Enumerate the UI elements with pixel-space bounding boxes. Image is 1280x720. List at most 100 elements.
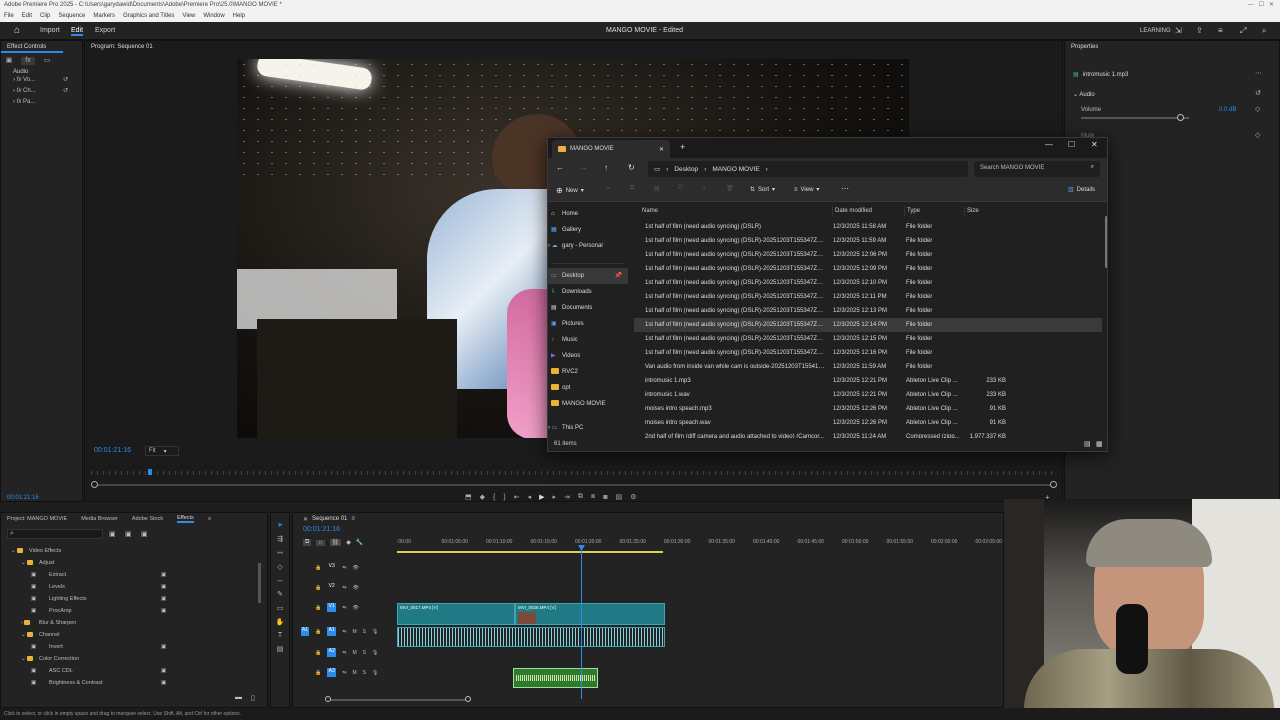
- razor-tool-icon[interactable]: ◇: [277, 563, 282, 571]
- clip-mvi-0017-video[interactable]: MVI_0017.MP4 [V]: [397, 603, 515, 625]
- close-sequence-icon[interactable]: ✕: [303, 516, 308, 523]
- edit-tab[interactable]: Edit: [71, 27, 84, 36]
- effects-tree-item[interactable]: ▣ Levels ▣: [11, 581, 261, 593]
- sync-lock-icon[interactable]: ⇋: [342, 565, 346, 571]
- workspaces-icon[interactable]: ⇲: [1175, 26, 1182, 35]
- sync-lock-icon[interactable]: ⇋: [342, 670, 346, 676]
- sync-lock-icon[interactable]: ⇋: [342, 650, 346, 656]
- nav-this-pc[interactable]: › ▭ This PC: [548, 420, 628, 436]
- linked-select-icon[interactable]: ⛓: [329, 539, 342, 546]
- eye-icon[interactable]: 👁: [352, 565, 358, 571]
- menu-clip[interactable]: Clip: [40, 13, 50, 19]
- hand-tool-icon[interactable]: ✋: [276, 618, 285, 626]
- track-select-icon[interactable]: ⇶: [277, 535, 283, 543]
- solo-icon[interactable]: S: [363, 670, 366, 676]
- lock-icon[interactable]: 🔒: [315, 585, 321, 591]
- time-ruler[interactable]: :00:00 00:01:05:00 00:01:10:00 00:01:15:00 0…: [397, 539, 1003, 549]
- volume-value[interactable]: 0.0 dB: [1219, 107, 1236, 113]
- lock-icon[interactable]: 🔒: [315, 670, 321, 676]
- file-row[interactable]: intromusic 1.wav 12/3/2025 12:21 PM Ableto…: [634, 388, 1102, 402]
- source-patch[interactable]: [301, 563, 309, 572]
- keyframe-icon[interactable]: ◇: [1255, 131, 1260, 139]
- back-icon[interactable]: ←: [556, 163, 564, 172]
- track-header-a2[interactable]: 🔒 A2 ⇋ M S 🎙: [301, 648, 378, 657]
- file-row[interactable]: Van audio from inside van while cam is o…: [634, 360, 1102, 374]
- effect-panner[interactable]: › fx Pa...: [13, 97, 82, 108]
- effect-volume[interactable]: › fx Vo... ↺: [13, 75, 82, 86]
- search-box[interactable]: Search MANGO MOVIE ⌕: [974, 161, 1100, 177]
- source-patch[interactable]: [301, 668, 309, 677]
- reset-icon[interactable]: ↺: [63, 86, 68, 97]
- nav-pictures[interactable]: ▣ Pictures: [548, 316, 628, 332]
- tab-menu-icon[interactable]: ≡: [351, 516, 355, 522]
- column-type[interactable]: Type: [904, 206, 920, 216]
- effects-tree-item[interactable]: ⌄ Video Effects: [11, 545, 261, 557]
- file-row[interactable]: moises intro speach.wav 12/3/2025 12:26 P…: [634, 416, 1102, 430]
- more-options-icon[interactable]: ⋯: [1255, 69, 1262, 77]
- effects-tree-item[interactable]: ▣ ProcAmp ▣: [11, 605, 261, 617]
- effects-tree-item[interactable]: › Blur & Sharpen: [11, 617, 261, 629]
- source-patch[interactable]: [301, 583, 309, 592]
- tab-project[interactable]: Project: MANGO MOVIE: [7, 516, 67, 522]
- program-monitor-title[interactable]: Program: Sequence 01: [85, 41, 1062, 53]
- clip-a1-audio[interactable]: [397, 627, 665, 647]
- file-row[interactable]: moises intro speach.mp3 12/3/2025 12:26 P…: [634, 402, 1102, 416]
- properties-title[interactable]: Properties: [1065, 41, 1279, 53]
- volume-slider[interactable]: [1081, 117, 1189, 119]
- breadcrumb-desktop[interactable]: Desktop: [674, 166, 698, 173]
- nav-onedrive[interactable]: › ☁ gary - Personal: [548, 238, 628, 254]
- import-tab[interactable]: Import: [40, 27, 60, 34]
- step-back-icon[interactable]: ◂: [528, 493, 532, 501]
- nav-music[interactable]: ♪ Music: [548, 332, 628, 348]
- mic-icon[interactable]: 🎙: [372, 650, 378, 656]
- lock-icon[interactable]: 🔒: [315, 565, 321, 571]
- track-label[interactable]: A1: [327, 627, 337, 636]
- details-view-icon[interactable]: ▤: [1084, 440, 1091, 448]
- type-tool-icon[interactable]: T: [278, 632, 282, 639]
- effects-search-input[interactable]: ⌕: [7, 529, 103, 539]
- rectangle-tool-icon[interactable]: ▭: [277, 604, 284, 612]
- effect-channel[interactable]: › fx Ch... ↺: [13, 86, 82, 97]
- marker-icon[interactable]: ◆: [480, 493, 485, 501]
- effect-controls-tab[interactable]: Effect Controls: [1, 41, 63, 53]
- sync-lock-icon[interactable]: ⇋: [342, 605, 346, 611]
- mark-out-icon[interactable]: }: [503, 494, 505, 501]
- pen-tool-icon[interactable]: ✎: [277, 590, 283, 598]
- nav-mango-movie[interactable]: MANGO MOVIE: [548, 396, 628, 412]
- mark-in-icon[interactable]: {: [493, 494, 495, 501]
- learning-label[interactable]: LEARNING: [1140, 28, 1171, 34]
- effects-tree-item[interactable]: ⌄ Adjust: [11, 557, 261, 569]
- close-icon[interactable]: ✕: [1091, 140, 1098, 149]
- column-date[interactable]: Date modified: [832, 206, 872, 216]
- reset-icon[interactable]: ↺: [63, 75, 68, 86]
- nav-downloads[interactable]: ⇩ Downloads: [548, 284, 628, 300]
- file-row[interactable]: 1st half of film (need audio syncing) (D…: [634, 220, 1102, 234]
- mic-icon[interactable]: 🎙: [372, 629, 378, 635]
- playhead[interactable]: [581, 549, 582, 699]
- timeline-timecode[interactable]: 00:01:21:16: [303, 526, 340, 533]
- compare-icon[interactable]: ▤: [616, 493, 623, 501]
- panel-icon[interactable]: ▭: [43, 57, 51, 65]
- file-row[interactable]: 1st half of film (need audio syncing) (D…: [634, 276, 1102, 290]
- track-header-v1[interactable]: 🔒 V1 ⇋ 👁: [301, 603, 359, 612]
- menu-view[interactable]: View: [182, 13, 195, 19]
- solo-icon[interactable]: S: [363, 629, 366, 635]
- mute-icon[interactable]: M: [352, 670, 356, 676]
- up-icon[interactable]: ↑: [604, 163, 608, 172]
- yuv-icon[interactable]: ▣: [141, 530, 148, 538]
- effects-tree-item[interactable]: ▣ Brightness & Contrast ▣: [11, 677, 261, 689]
- close-tab-icon[interactable]: ✕: [659, 146, 664, 153]
- lock-icon[interactable]: 🔒: [315, 650, 321, 656]
- mini-ruler[interactable]: [91, 471, 1057, 475]
- playhead-marker[interactable]: [148, 469, 152, 475]
- settings-icon[interactable]: ⚙: [630, 493, 636, 501]
- paste-icon[interactable]: ▤: [654, 185, 660, 192]
- nest-icon[interactable]: ⧉: [303, 539, 312, 546]
- mic-icon[interactable]: 🎙: [372, 670, 378, 676]
- sequence-tab[interactable]: Sequence 01: [312, 516, 347, 522]
- details-button[interactable]: ▥ Details: [1068, 186, 1095, 194]
- volume-slider-knob[interactable]: [1177, 114, 1184, 121]
- home-icon[interactable]: ⌂: [14, 25, 20, 36]
- accelerated-icon[interactable]: ▣: [109, 530, 116, 538]
- track-label[interactable]: V3: [327, 563, 336, 572]
